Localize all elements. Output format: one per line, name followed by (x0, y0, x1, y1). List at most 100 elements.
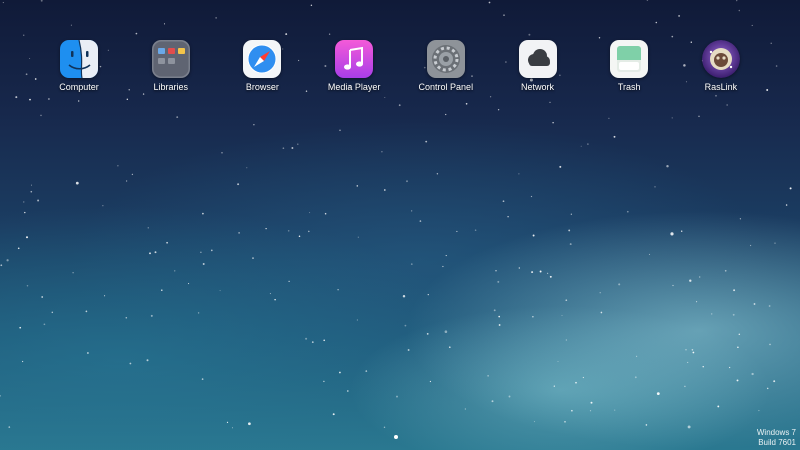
star (678, 14, 681, 17)
star (575, 381, 577, 384)
star (346, 390, 349, 392)
star (456, 230, 458, 232)
app-computer[interactable]: Computer (34, 40, 124, 100)
star (429, 380, 432, 383)
star (598, 37, 601, 39)
star (571, 409, 573, 412)
app-control-panel[interactable]: Control Panel (401, 40, 491, 100)
star (332, 413, 335, 416)
star (530, 195, 533, 198)
star (23, 34, 25, 36)
star (19, 326, 22, 329)
star (738, 333, 741, 336)
star (488, 1, 491, 4)
star (717, 405, 720, 408)
star (219, 290, 221, 292)
star (728, 366, 731, 369)
star (618, 283, 621, 286)
watermark-os-name: Windows 7 (756, 428, 796, 437)
star (311, 341, 314, 343)
star (402, 295, 406, 298)
star (72, 271, 74, 274)
star (427, 293, 429, 296)
star (70, 24, 72, 26)
star (2, 2, 4, 4)
star (383, 426, 386, 429)
star (645, 424, 648, 426)
star (726, 104, 728, 106)
star (670, 232, 674, 236)
star (398, 104, 401, 107)
star (445, 113, 447, 116)
star (710, 313, 713, 315)
star (528, 33, 531, 36)
app-label-media-player: Media Player (327, 82, 381, 92)
star (210, 249, 213, 252)
star (129, 362, 132, 365)
compass-icon (243, 40, 282, 78)
star (147, 227, 149, 229)
star (231, 427, 234, 429)
star (565, 339, 567, 341)
star (590, 401, 593, 404)
star (654, 186, 656, 188)
star (495, 270, 497, 272)
star (672, 284, 674, 287)
star (553, 385, 555, 387)
star (383, 189, 386, 191)
app-raslink[interactable]: RasLink (676, 40, 766, 100)
page-indicator-dot[interactable] (394, 435, 398, 439)
star (85, 310, 88, 313)
raspberry-icon (701, 40, 740, 78)
star (497, 280, 500, 283)
star (444, 330, 448, 333)
star (173, 270, 176, 272)
star (600, 311, 603, 314)
app-network[interactable]: Network (493, 40, 583, 100)
star (491, 400, 494, 403)
star (497, 109, 500, 111)
star (474, 229, 477, 231)
star (324, 212, 327, 215)
star (237, 183, 240, 186)
star (448, 346, 451, 349)
star (396, 395, 398, 398)
star (738, 9, 741, 12)
star (202, 212, 204, 215)
star (15, 96, 18, 99)
star (559, 165, 562, 168)
star (635, 355, 638, 358)
star (285, 33, 288, 36)
app-trash[interactable]: Trash (584, 40, 674, 100)
star (442, 265, 444, 268)
star (751, 24, 753, 26)
desktop-icon-row: Computer Libraries Browser Media Player … (34, 40, 766, 100)
star (768, 305, 771, 307)
app-label-network: Network (521, 82, 555, 92)
app-browser[interactable]: Browser (217, 40, 307, 100)
star (356, 319, 359, 321)
star (125, 316, 128, 319)
star (365, 370, 368, 372)
star (246, 167, 248, 169)
star (215, 17, 217, 19)
star (248, 422, 251, 426)
star (626, 210, 629, 213)
star (766, 387, 769, 390)
star (37, 199, 40, 202)
star (687, 425, 691, 429)
star (356, 185, 359, 187)
app-media-player[interactable]: Media Player (309, 40, 399, 100)
star (696, 301, 698, 303)
star (425, 140, 428, 143)
app-libraries[interactable]: Libraries (126, 40, 216, 100)
star (692, 351, 695, 354)
star (40, 0, 43, 2)
star (323, 339, 326, 342)
star (546, 272, 549, 275)
star (508, 395, 511, 398)
star (565, 299, 568, 302)
star (75, 181, 79, 185)
star (176, 116, 179, 118)
star (24, 211, 26, 214)
